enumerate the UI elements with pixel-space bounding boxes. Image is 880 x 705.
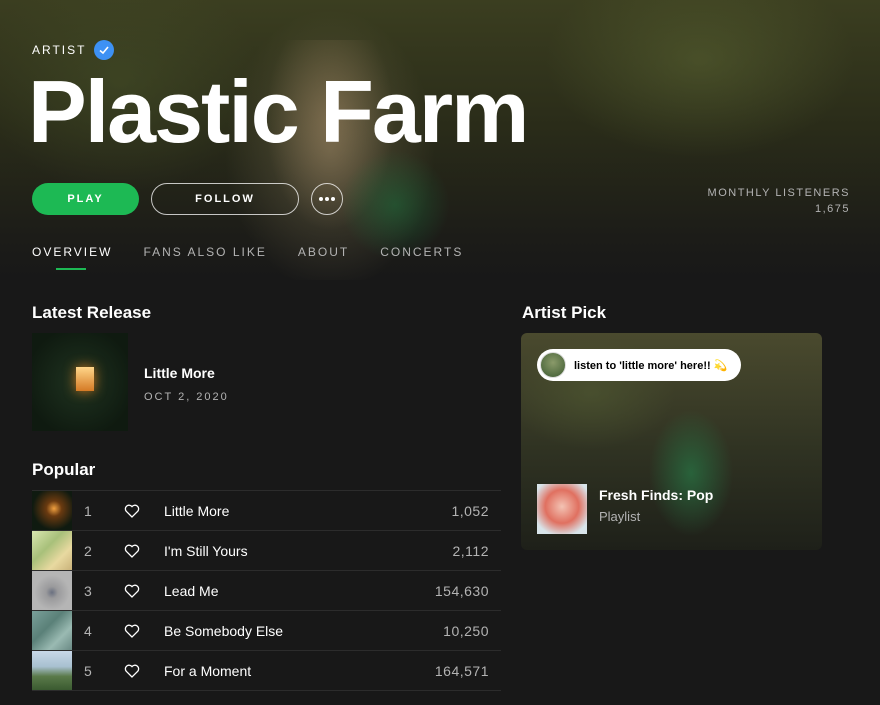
heart-icon[interactable] — [124, 583, 140, 599]
cover-lit-window — [76, 367, 94, 391]
track-row[interactable]: 4 Be Somebody Else 10,250 — [32, 611, 501, 651]
latest-release-heading: Latest Release — [32, 303, 152, 322]
monthly-listeners-label: MONTHLY LISTENERS — [707, 187, 850, 199]
latest-release-cover[interactable] — [32, 333, 128, 431]
artist-label-text: ARTIST — [32, 43, 87, 57]
banner-photo-detail — [340, 150, 450, 260]
artist-pick-card[interactable]: listen to 'little more' here!! 💫 Fresh F… — [521, 333, 822, 550]
tab-fans-also-like[interactable]: FANS ALSO LIKE — [143, 245, 266, 259]
track-number: 5 — [84, 662, 92, 679]
track-thumbnail — [32, 531, 72, 570]
popular-heading: Popular — [32, 460, 96, 479]
popular-track-list: 1 Little More 1,052 2 I'm Still Yours 2,… — [32, 490, 501, 691]
track-row[interactable]: 3 Lead Me 154,630 — [32, 571, 501, 611]
artist-pick-heading: Artist Pick — [522, 303, 607, 322]
track-thumbnail — [32, 571, 72, 610]
more-options-button[interactable] — [311, 183, 343, 215]
track-thumbnail — [32, 491, 72, 530]
artist-pick-comment: listen to 'little more' here!! 💫 — [537, 349, 742, 381]
artist-tabs: OVERVIEW FANS ALSO LIKE ABOUT CONCERTS — [32, 245, 463, 270]
artist-name: Plastic Farm — [28, 62, 529, 161]
playlist-title[interactable]: Fresh Finds: Pop — [599, 487, 713, 503]
verified-check-icon — [94, 40, 115, 60]
track-thumbnail — [32, 611, 72, 650]
heart-icon[interactable] — [124, 623, 140, 639]
track-play-count: 164,571 — [434, 662, 489, 679]
heart-icon[interactable] — [124, 543, 140, 559]
track-play-count: 154,630 — [434, 582, 489, 599]
avatar — [540, 352, 566, 378]
track-row[interactable]: 1 Little More 1,052 — [32, 491, 501, 531]
track-title[interactable]: I'm Still Yours — [164, 543, 248, 559]
follow-button[interactable]: FOLLOW — [151, 183, 299, 215]
tab-concerts[interactable]: CONCERTS — [380, 245, 463, 259]
tab-overview[interactable]: OVERVIEW — [32, 245, 112, 270]
tab-about[interactable]: ABOUT — [298, 245, 349, 259]
latest-release-date: OCT 2, 2020 — [144, 391, 229, 403]
playlist-type: Playlist — [599, 509, 641, 524]
track-play-count: 10,250 — [443, 622, 489, 639]
heart-icon[interactable] — [124, 503, 140, 519]
track-number: 2 — [84, 542, 92, 559]
track-number: 1 — [84, 502, 92, 519]
track-play-count: 2,112 — [452, 542, 489, 559]
track-row[interactable]: 2 I'm Still Yours 2,112 — [32, 531, 501, 571]
artist-pick-comment-text: listen to 'little more' here!! 💫 — [574, 359, 728, 372]
monthly-listeners-value: 1,675 — [814, 203, 850, 215]
track-row[interactable]: 5 For a Moment 164,571 — [32, 651, 501, 691]
track-play-count: 1,052 — [451, 502, 489, 519]
track-title[interactable]: Be Somebody Else — [164, 623, 283, 639]
track-title[interactable]: Little More — [164, 503, 229, 519]
heart-icon[interactable] — [124, 663, 140, 679]
track-title[interactable]: Lead Me — [164, 583, 218, 599]
play-button[interactable]: PLAY — [32, 183, 139, 215]
more-dots-icon — [319, 197, 335, 201]
latest-release-title[interactable]: Little More — [144, 365, 215, 381]
track-number: 4 — [84, 622, 92, 639]
track-number: 3 — [84, 582, 92, 599]
playlist-cover — [537, 484, 587, 534]
track-thumbnail — [32, 651, 72, 690]
track-title[interactable]: For a Moment — [164, 663, 251, 679]
artist-label: ARTIST — [32, 40, 115, 60]
monthly-listeners: MONTHLY LISTENERS 1,675 — [708, 185, 850, 217]
